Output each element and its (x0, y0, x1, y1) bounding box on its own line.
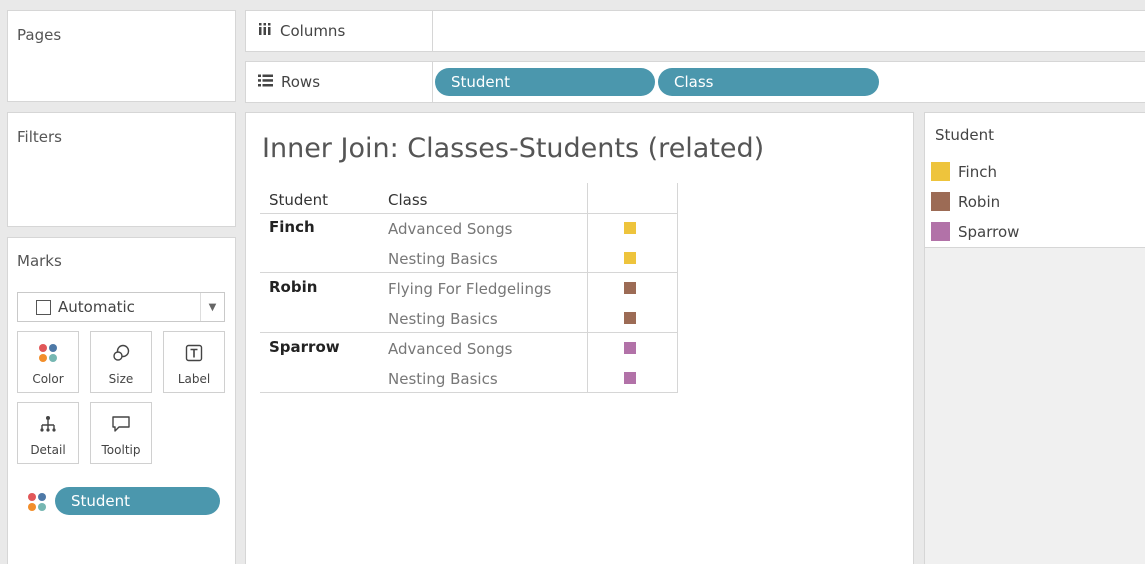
color-button[interactable]: Color (17, 331, 79, 393)
size-icon (111, 342, 131, 364)
row-student: Sparrow (269, 338, 340, 356)
color-legend: Student Finch Robin Sparrow (924, 112, 1145, 564)
label-button[interactable]: Label (163, 331, 225, 393)
row-class: Advanced Songs (388, 220, 513, 238)
row-class: Nesting Basics (388, 370, 498, 388)
marks-student-pill[interactable]: Student (55, 487, 220, 515)
color-mark[interactable] (624, 312, 636, 324)
legend-item[interactable]: Finch (931, 162, 997, 181)
color-mark[interactable] (624, 342, 636, 354)
legend-title: Student (935, 126, 995, 144)
row-class: Flying For Fledgelings (388, 280, 552, 298)
tooltip-button-label: Tooltip (101, 443, 141, 457)
color-mark[interactable] (624, 372, 636, 384)
row-student: Robin (269, 278, 318, 296)
view-area: Inner Join: Classes-Students (related) S… (245, 112, 914, 564)
filters-title: Filters (17, 128, 62, 146)
rows-student-pill[interactable]: Student (435, 68, 655, 96)
header-class: Class (388, 191, 428, 209)
mark-type-label: Automatic (58, 298, 135, 316)
color-mark[interactable] (624, 282, 636, 294)
mark-type-dropdown[interactable]: Automatic ▼ (17, 292, 225, 322)
color-mark[interactable] (624, 252, 636, 264)
size-button[interactable]: Size (90, 331, 152, 393)
pages-card[interactable]: Pages (7, 10, 236, 102)
label-icon (185, 342, 203, 364)
label-button-label: Label (177, 372, 211, 386)
color-button-label: Color (32, 372, 64, 386)
table-divider (260, 272, 678, 273)
filters-card[interactable]: Filters (7, 112, 236, 227)
legend-header: Student Finch Robin Sparrow (925, 113, 1145, 248)
view-title: Inner Join: Classes-Students (related) (262, 133, 765, 164)
row-class: Nesting Basics (388, 250, 498, 268)
detail-icon (38, 413, 58, 435)
row-class: Advanced Songs (388, 340, 513, 358)
row-student: Finch (269, 218, 315, 236)
columns-icon (258, 22, 272, 40)
row-class: Nesting Basics (388, 310, 498, 328)
detail-button[interactable]: Detail (17, 402, 79, 464)
columns-shelf[interactable]: Columns (245, 10, 1145, 52)
chevron-down-icon[interactable]: ▼ (200, 293, 224, 321)
table-divider (260, 213, 678, 214)
table-divider (260, 332, 678, 333)
table-divider (677, 183, 678, 393)
rows-icon (258, 73, 273, 91)
rows-shelf[interactable]: Rows Student Class (245, 61, 1145, 103)
table-divider (587, 183, 588, 393)
legend-label: Sparrow (958, 222, 1020, 241)
color-mark[interactable] (624, 222, 636, 234)
columns-shelf-label-area: Columns (246, 11, 433, 51)
detail-button-label: Detail (30, 443, 66, 457)
marks-card: Marks Automatic ▼ Color Size Label Detai… (7, 237, 236, 564)
legend-swatch (931, 222, 950, 241)
color-field-icon (28, 493, 46, 511)
legend-swatch (931, 162, 950, 181)
legend-item[interactable]: Robin (931, 192, 1000, 211)
legend-swatch (931, 192, 950, 211)
rows-class-pill[interactable]: Class (658, 68, 879, 96)
legend-item[interactable]: Sparrow (931, 222, 1019, 241)
legend-label: Robin (958, 192, 1001, 211)
rows-label: Rows (281, 73, 321, 91)
color-dots-icon (39, 342, 57, 364)
rows-shelf-label-area: Rows (246, 62, 433, 102)
size-button-label: Size (108, 372, 134, 386)
tooltip-button[interactable]: Tooltip (90, 402, 152, 464)
marks-title: Marks (17, 252, 62, 270)
header-student: Student (269, 191, 329, 209)
pages-title: Pages (17, 26, 62, 44)
mark-type-icon (36, 299, 51, 315)
table-divider (260, 392, 678, 393)
columns-label: Columns (280, 22, 346, 40)
legend-label: Finch (958, 162, 997, 181)
legend-items: Finch Robin Sparrow (925, 157, 1145, 248)
tooltip-icon (111, 413, 131, 435)
